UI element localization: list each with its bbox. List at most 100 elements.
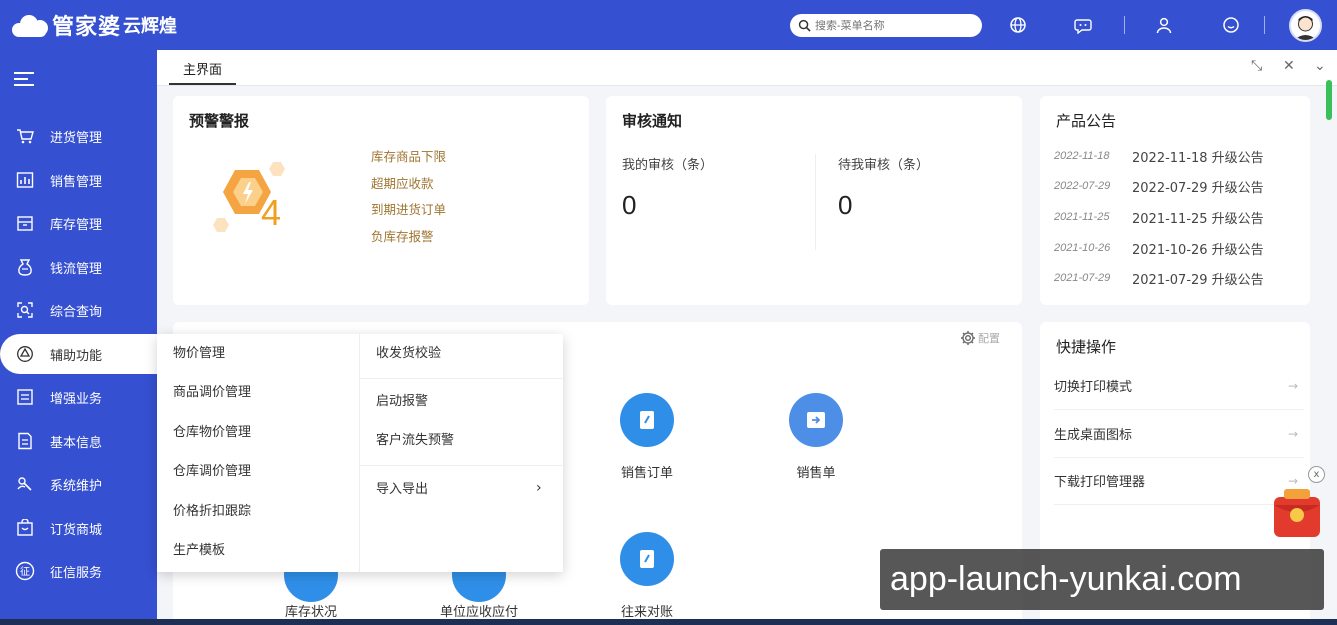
sidebar-item-purchase[interactable]: 进货管理 (0, 116, 157, 156)
alert-hexagon-icon (207, 158, 297, 248)
announcement-date: 2021-07-29 (1054, 272, 1111, 284)
scrollbar-thumb[interactable] (1326, 80, 1332, 120)
alert-item[interactable]: 超期应收款 (371, 171, 561, 198)
submenu-item[interactable]: 导入导出 (376, 480, 428, 500)
reconcile-label[interactable]: 往来对账 (597, 601, 697, 620)
assist-submenu: 物价管理 商品调价管理 仓库物价管理 仓库调价管理 价格折扣跟踪 生产模板 收发… (157, 334, 563, 572)
sidebar-item-label: 订货商城 (50, 522, 103, 538)
stock-status-label[interactable]: 库存状况 (261, 601, 361, 620)
alert-title: 预警警报 (189, 112, 250, 130)
sidebar-item-maintain[interactable]: 系统维护 (0, 464, 157, 504)
quick-item-label: 生成桌面图标 (1054, 428, 1133, 443)
announcement-row[interactable]: 2021-10-26 2021-10-26 升级公告 (1054, 233, 1264, 263)
sidebar-item-label: 库存管理 (50, 217, 103, 233)
announcement-text[interactable]: 2022-07-29 升级公告 (1132, 177, 1264, 196)
avatar[interactable] (1289, 9, 1322, 42)
submenu-item[interactable]: 物价管理 (173, 344, 225, 364)
announcement-card: 产品公告 2022-11-18 2022-11-18 升级公告 2022-07-… (1040, 96, 1310, 305)
sidebar-item-basic-info[interactable]: 基本信息 (0, 421, 157, 461)
arrow-right-icon: → (1287, 378, 1298, 393)
receivable-label[interactable]: 单位应收应付 (429, 601, 529, 620)
sidebar-item-assist[interactable]: 辅助功能 (0, 334, 157, 374)
top-bar: 管家婆 云辉煌 (0, 0, 1337, 50)
svg-text:征: 征 (20, 566, 30, 578)
quick-item[interactable]: 切换打印模式 → (1054, 362, 1304, 410)
cloud-logo-icon (12, 13, 48, 37)
my-audit-label: 我的审核（条） (622, 158, 714, 173)
submenu-item[interactable]: 商品调价管理 (173, 383, 251, 403)
announcement-title: 产品公告 (1056, 112, 1117, 130)
sidebar-item-label: 增强业务 (50, 391, 103, 407)
alert-item[interactable]: 负库存报警 (371, 224, 561, 251)
quick-item[interactable]: 生成桌面图标 → (1054, 410, 1304, 458)
pending-audit-label: 待我审核（条） (838, 158, 930, 173)
submenu-column: 收发货校验 启动报警 客户流失预警 导入导出 › (360, 334, 563, 572)
red-envelope-icon[interactable] (1268, 487, 1326, 545)
pending-audit-value[interactable]: 0 (838, 190, 852, 221)
menu-toggle-icon[interactable] (14, 72, 34, 88)
sidebar-item-cashflow[interactable]: 钱流管理 (0, 247, 157, 287)
sidebar-item-query[interactable]: 综合查询 (0, 290, 157, 330)
announcement-text[interactable]: 2021-11-25 升级公告 (1132, 208, 1264, 227)
submenu-item[interactable]: 启动报警 (376, 392, 428, 412)
search-input[interactable] (815, 19, 965, 32)
money-icon (14, 256, 36, 278)
quick-item-label: 切换打印模式 (1054, 380, 1133, 395)
alert-item[interactable]: 到期进货订单 (371, 197, 561, 224)
announcement-row[interactable]: 2021-07-29 2021-07-29 升级公告 (1054, 263, 1264, 293)
submenu-item[interactable]: 仓库物价管理 (173, 423, 251, 443)
divider (815, 154, 816, 250)
announcement-date: 2022-11-18 (1054, 150, 1110, 162)
my-audit-value[interactable]: 0 (622, 190, 636, 221)
globe-icon[interactable] (1007, 14, 1029, 36)
alert-card: 预警警报 4 库存商品下限 超期应收款 到期进货订单 负库存报警 (173, 96, 589, 305)
message-icon[interactable] (1220, 14, 1242, 36)
submenu-separator (360, 465, 563, 466)
sidebar-item-credit[interactable]: 征 征信服务 (0, 551, 157, 591)
submenu-item[interactable]: 收发货校验 (376, 344, 441, 364)
arrow-right-icon: → (1287, 473, 1298, 488)
sidebar-item-shop[interactable]: 订货商城 (0, 508, 157, 548)
announcement-row[interactable]: 2021-11-25 2021-11-25 升级公告 (1054, 202, 1264, 232)
submenu-item[interactable]: 客户流失预警 (376, 431, 454, 451)
sales-bill-icon[interactable] (789, 393, 843, 447)
quick-item[interactable]: 下载打印管理器 → (1054, 457, 1304, 505)
query-icon (14, 299, 36, 321)
close-icon[interactable]: ✕ (1283, 58, 1295, 74)
tab-bar: 主界面 ⤡ ✕ ⌄ (157, 50, 1337, 86)
audit-card: 审核通知 我的审核（条） 0 待我审核（条） 0 (606, 96, 1022, 305)
brand-subname: 云辉煌 (123, 16, 178, 37)
submenu-item[interactable]: 仓库调价管理 (173, 462, 251, 482)
quick-title: 快捷操作 (1056, 338, 1117, 356)
chevron-down-icon[interactable]: ⌄ (1314, 58, 1326, 74)
announcement-row[interactable]: 2022-07-29 2022-07-29 升级公告 (1054, 171, 1264, 201)
sidebar-item-sales[interactable]: 销售管理 (0, 160, 157, 200)
sales-order-icon[interactable] (620, 393, 674, 447)
sales-bill-label[interactable]: 销售单 (766, 462, 866, 481)
enhance-icon (14, 386, 36, 408)
reconcile-icon[interactable] (620, 532, 674, 586)
chat-icon[interactable] (1072, 14, 1094, 36)
sidebar: 进货管理 销售管理 库存管理 钱流管理 综合查询 辅助功能 增强业务 基本信息 … (0, 50, 157, 625)
collapse-icon[interactable]: ⤡ (1251, 58, 1262, 74)
sidebar-item-label: 征信服务 (50, 565, 103, 581)
announcement-text[interactable]: 2021-07-29 升级公告 (1132, 269, 1264, 288)
config-button[interactable]: 配置 (960, 330, 1000, 346)
submenu-item[interactable]: 生产模板 (173, 541, 225, 561)
alert-item[interactable]: 库存商品下限 (371, 144, 561, 171)
submenu-item[interactable]: 价格折扣跟踪 (173, 502, 251, 522)
alert-list: 库存商品下限 超期应收款 到期进货订单 负库存报警 (371, 144, 561, 250)
menu-search[interactable] (790, 14, 982, 37)
close-promo-icon[interactable]: x (1308, 466, 1325, 483)
user-icon[interactable] (1153, 14, 1175, 36)
warehouse-icon (14, 212, 36, 234)
sidebar-item-enhance[interactable]: 增强业务 (0, 377, 157, 417)
sidebar-item-label: 进货管理 (50, 130, 103, 146)
sidebar-item-inventory[interactable]: 库存管理 (0, 203, 157, 243)
announcement-row[interactable]: 2022-11-18 2022-11-18 升级公告 (1054, 141, 1264, 171)
announcement-text[interactable]: 2021-10-26 升级公告 (1132, 239, 1264, 258)
tab-main[interactable]: 主界面 (169, 61, 237, 85)
announcement-text[interactable]: 2022-11-18 升级公告 (1132, 147, 1264, 166)
chevron-right-icon: › (536, 480, 542, 496)
sales-order-label[interactable]: 销售订单 (597, 462, 697, 481)
